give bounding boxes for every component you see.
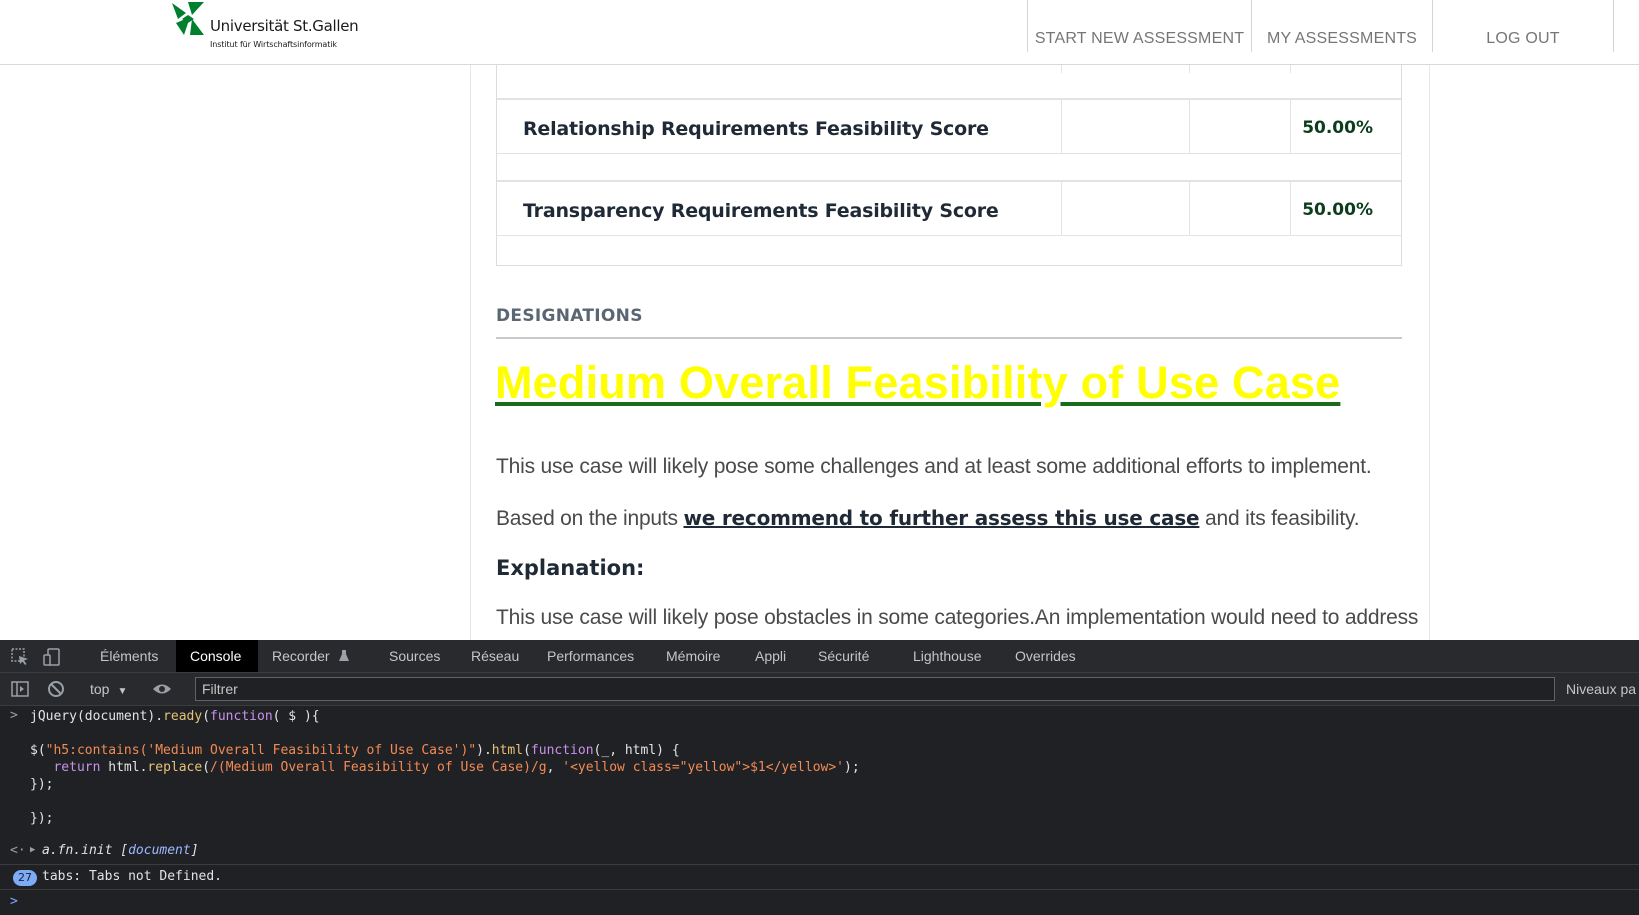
message-count-badge: 27 [13, 870, 37, 886]
context-value: top [90, 681, 110, 697]
devtools-panel: Éléments Console Recorder Sources Réseau… [0, 640, 1639, 915]
console-input-line: jQuery(document).ready(function( $ ){ [30, 708, 320, 725]
message-text: tabs: Tabs not Defined. [42, 869, 223, 884]
nav-start-new-assessment[interactable]: START NEW ASSESSMENT [1027, 0, 1251, 52]
main-content: Relationship Requirements Feasibility Sc… [470, 65, 1430, 640]
result-arrow-icon: <· [10, 843, 26, 858]
prompt-icon: > [10, 708, 18, 723]
logo-name: Universität St.Gallen [210, 17, 359, 35]
explanation-heading: Explanation: [496, 556, 645, 580]
prompt-icon[interactable]: > [10, 894, 18, 909]
recommendation-suffix: and its feasibility. [1199, 507, 1360, 530]
score-label: Relationship Requirements Feasibility Sc… [523, 118, 989, 140]
recommendation-prefix: Based on the inputs [496, 507, 684, 530]
explanation-paragraph: This use case will likely pose obstacles… [496, 606, 1419, 629]
tab-sources[interactable]: Sources [389, 640, 440, 672]
table-row: Transparency Requirements Feasibility Sc… [497, 180, 1401, 236]
code-text: jQuery(document).ready(function( $ ){ [30, 709, 320, 724]
result-text: a.fn.init [ [42, 843, 129, 858]
table-row: Relationship Requirements Feasibility Sc… [497, 98, 1401, 154]
designations-heading: DESIGNATIONS [496, 306, 643, 326]
tab-lighthouse[interactable]: Lighthouse [913, 640, 982, 672]
tab-overrides[interactable]: Overrides [1015, 640, 1076, 672]
recommendation-link[interactable]: we recommend to further assess this use … [683, 506, 1199, 530]
feasibility-designation-title: Medium Overall Feasibility of Use Case [495, 357, 1341, 408]
clear-console-icon[interactable] [46, 679, 66, 699]
device-toggle-icon[interactable] [42, 647, 62, 667]
console-result[interactable]: <· ▶ a.fn.init [document] [0, 840, 1639, 865]
nav-my-assessments[interactable]: MY ASSESSMENTS [1251, 0, 1432, 52]
console-input-line: return html.replace(/(Medium Overall Fea… [53, 760, 860, 775]
console-output: > jQuery(document).ready(function( $ ){ … [0, 706, 1639, 915]
tab-elements[interactable]: Éléments [92, 640, 170, 672]
context-selector[interactable]: top ▼ [90, 681, 127, 697]
chevron-down-icon: ▼ [117, 686, 128, 697]
eye-icon[interactable] [152, 679, 172, 699]
section-divider [496, 337, 1402, 339]
inspect-icon[interactable] [10, 647, 30, 667]
result-link[interactable]: document [128, 843, 191, 858]
site-header: Universität St.Gallen Institut für Wirts… [0, 0, 1639, 65]
table-row-partial [497, 65, 1401, 73]
tab-memory[interactable]: Mémoire [666, 640, 720, 672]
console-input-line: }); [30, 777, 54, 792]
score-label: Transparency Requirements Feasibility Sc… [523, 200, 999, 222]
nav-log-out[interactable]: LOG OUT [1432, 0, 1614, 52]
tab-performance[interactable]: Performances [547, 640, 634, 672]
tab-recorder[interactable]: Recorder [272, 640, 342, 672]
console-toolbar: top ▼ Niveaux pa [0, 673, 1639, 706]
score-value: 50.00% [1302, 118, 1373, 138]
devtools-tab-bar: Éléments Console Recorder Sources Réseau… [0, 640, 1639, 673]
recommendation-paragraph: Based on the inputs we recommend to furt… [496, 506, 1360, 531]
console-input-line: }); [30, 811, 54, 826]
university-logo[interactable]: Universität St.Gallen Institut für Wirts… [170, 1, 370, 53]
console-filter-input[interactable] [195, 677, 1555, 701]
log-levels-dropdown[interactable]: Niveaux pa [1566, 681, 1636, 697]
logo-subtitle: Institut für Wirtschaftsinformatik [210, 40, 337, 49]
console-input-line: $("h5:contains('Medium Overall Feasibili… [30, 743, 680, 758]
tab-console[interactable]: Console [176, 640, 258, 672]
score-value: 50.00% [1302, 200, 1373, 220]
designation-description: This use case will likely pose some chal… [496, 455, 1372, 478]
expand-triangle-icon[interactable]: ▶ [30, 845, 35, 855]
tab-application[interactable]: Appli [755, 640, 786, 672]
result-close: ] [190, 843, 199, 858]
score-table: Relationship Requirements Feasibility Sc… [496, 65, 1402, 266]
console-message: 27 tabs: Tabs not Defined. [0, 865, 1639, 890]
sidebar-toggle-icon[interactable] [10, 679, 30, 699]
tab-security[interactable]: Sécurité [818, 640, 869, 672]
tab-network[interactable]: Réseau [471, 640, 519, 672]
hsg-logo-icon [172, 2, 204, 35]
flask-icon [339, 650, 349, 661]
